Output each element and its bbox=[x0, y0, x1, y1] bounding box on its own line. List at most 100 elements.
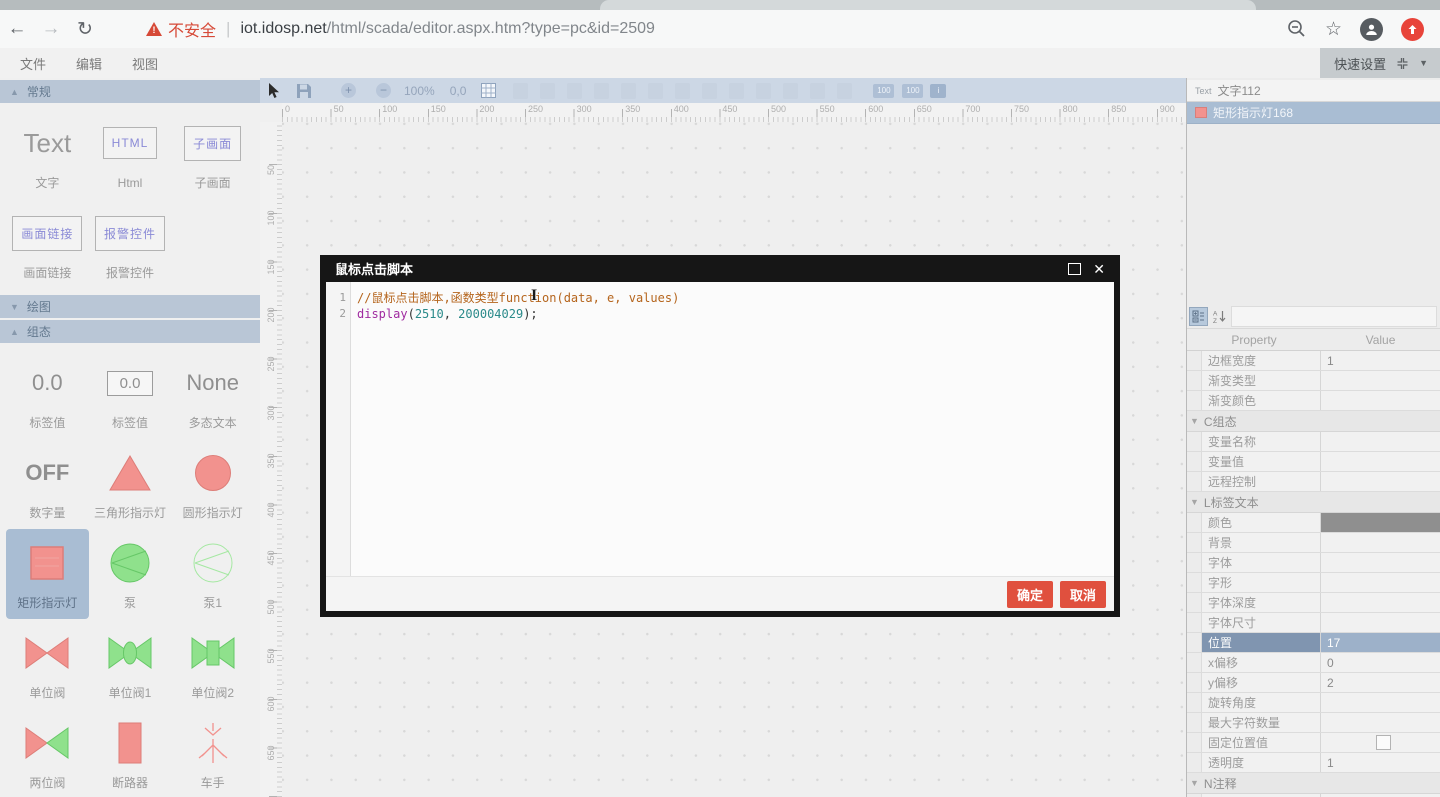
property-row-透明度[interactable]: 透明度1 bbox=[1187, 753, 1440, 773]
zoom-in-icon[interactable]: + bbox=[341, 83, 356, 98]
property-value[interactable] bbox=[1321, 573, 1440, 592]
property-value[interactable]: 0 bbox=[1321, 653, 1440, 672]
palette-item-pump[interactable]: 泵 bbox=[89, 529, 172, 619]
property-value[interactable] bbox=[1321, 371, 1440, 390]
checkbox[interactable] bbox=[1376, 735, 1391, 750]
forward-icon[interactable]: → bbox=[34, 18, 68, 40]
palette-item-screen-link[interactable]: 画面链接画面链接 bbox=[6, 199, 89, 289]
color-swatch[interactable] bbox=[1321, 513, 1440, 532]
info-icon[interactable]: i bbox=[930, 84, 946, 98]
sort-alphabetical-icon[interactable]: A Z bbox=[1210, 307, 1229, 326]
property-value[interactable]: 1 bbox=[1321, 351, 1440, 370]
ok-button[interactable]: 确定 bbox=[1007, 581, 1053, 608]
property-value[interactable]: 2 bbox=[1321, 673, 1440, 692]
palette-item-label-value-input[interactable]: 0.0标签值 bbox=[89, 349, 172, 439]
property-value[interactable] bbox=[1321, 452, 1440, 471]
url-host[interactable]: iot.idosp.net bbox=[240, 20, 326, 38]
property-row-位置[interactable]: 位置17 bbox=[1187, 633, 1440, 653]
property-row-x偏移[interactable]: x偏移0 bbox=[1187, 653, 1440, 673]
property-row-渐变颜色[interactable]: 渐变颜色 bbox=[1187, 391, 1440, 411]
object-list-item-0[interactable]: Text文字112 bbox=[1187, 80, 1440, 102]
size-badge-1[interactable]: 100 bbox=[902, 84, 923, 98]
palette-item-multistate-text[interactable]: None多态文本 bbox=[171, 349, 254, 439]
palette-item-unit-valve[interactable]: 单位阀 bbox=[6, 619, 89, 709]
property-value[interactable] bbox=[1321, 733, 1440, 752]
menu-item-1[interactable]: 编辑 bbox=[76, 54, 102, 73]
property-row-边框宽度[interactable]: 边框宽度1 bbox=[1187, 351, 1440, 371]
back-icon[interactable]: ← bbox=[0, 18, 34, 40]
palette-item-triangle-indicator[interactable]: 三角形指示灯 bbox=[89, 439, 172, 529]
property-value[interactable] bbox=[1321, 593, 1440, 612]
property-value[interactable] bbox=[1321, 391, 1440, 410]
palette-item-alarm-control[interactable]: 报警控件报警控件 bbox=[89, 199, 172, 289]
security-warning-icon[interactable]: ! bbox=[146, 22, 162, 36]
cancel-button[interactable]: 取消 bbox=[1060, 581, 1106, 608]
quick-settings[interactable]: 快速设置 ▼ bbox=[1320, 48, 1440, 78]
property-value[interactable] bbox=[1321, 553, 1440, 572]
palette-item-text[interactable]: Text文字 bbox=[6, 109, 89, 199]
save-icon[interactable] bbox=[296, 83, 312, 99]
property-row-字形[interactable]: 字形 bbox=[1187, 573, 1440, 593]
palette-item-pump1[interactable]: 泵1 bbox=[171, 529, 254, 619]
property-value[interactable] bbox=[1321, 472, 1440, 491]
reload-icon[interactable]: ↻ bbox=[68, 18, 102, 41]
palette-item-label-value[interactable]: 0.0标签值 bbox=[6, 349, 89, 439]
security-warning-label[interactable]: 不安全 bbox=[168, 17, 216, 41]
script-editor[interactable]: 12 //鼠标点击脚本,函数类型function(data, e, values… bbox=[326, 282, 1114, 576]
palette-item-unit-valve1[interactable]: 单位阀1 bbox=[89, 619, 172, 709]
palette-item-breaker[interactable]: 断路器 bbox=[89, 709, 172, 797]
property-row-背景[interactable]: 背景 bbox=[1187, 533, 1440, 553]
palette-section-header[interactable]: ▲组态 bbox=[0, 320, 260, 343]
property-row-变量值[interactable]: 变量值 bbox=[1187, 452, 1440, 472]
menu-item-2[interactable]: 视图 bbox=[132, 54, 158, 73]
property-section-N注释[interactable]: ▼N注释 bbox=[1187, 773, 1440, 794]
property-row-字体[interactable]: 字体 bbox=[1187, 553, 1440, 573]
palette-section-header[interactable]: ▲常规 bbox=[0, 80, 260, 103]
property-row-字体深度[interactable]: 字体深度 bbox=[1187, 593, 1440, 613]
palette-item-handcart[interactable]: 车手 bbox=[171, 709, 254, 797]
property-value[interactable] bbox=[1321, 513, 1440, 532]
property-value[interactable] bbox=[1321, 613, 1440, 632]
palette-item-digital-value[interactable]: OFF数字量 bbox=[6, 439, 89, 529]
property-row-变量名称[interactable]: 变量名称 bbox=[1187, 432, 1440, 452]
property-value[interactable] bbox=[1321, 693, 1440, 712]
profile-avatar-icon[interactable] bbox=[1360, 18, 1383, 41]
categorized-view-icon[interactable] bbox=[1189, 307, 1208, 326]
browser-update-icon[interactable] bbox=[1401, 18, 1424, 41]
collapse-panels-icon[interactable] bbox=[1396, 57, 1409, 70]
property-row-颜色[interactable]: 颜色 bbox=[1187, 513, 1440, 533]
chevron-down-icon[interactable]: ▼ bbox=[1419, 58, 1428, 68]
property-row-固定位置值[interactable]: 固定位置值 bbox=[1187, 733, 1440, 753]
browser-tab[interactable] bbox=[600, 0, 1256, 10]
menu-item-0[interactable]: 文件 bbox=[20, 54, 46, 73]
code-area[interactable]: //鼠标点击脚本,函数类型function(data, e, values)di… bbox=[351, 282, 679, 576]
property-section-C组态[interactable]: ▼C组态 bbox=[1187, 411, 1440, 432]
select-tool-icon[interactable] bbox=[268, 83, 281, 99]
property-row-渐变类型[interactable]: 渐变类型 bbox=[1187, 371, 1440, 391]
property-value[interactable] bbox=[1321, 432, 1440, 451]
property-row-远程控制[interactable]: 远程控制 bbox=[1187, 472, 1440, 492]
url-path[interactable]: /html/scada/editor.aspx.htm?type=pc&id=2… bbox=[327, 20, 655, 38]
palette-item-circle-indicator[interactable]: 圆形指示灯 bbox=[171, 439, 254, 529]
palette-item-sub-screen[interactable]: 子画面子画面 bbox=[171, 109, 254, 199]
palette-item-rect-indicator[interactable]: 矩形指示灯 bbox=[6, 529, 89, 619]
grid-toggle-icon[interactable] bbox=[481, 83, 496, 98]
property-value[interactable] bbox=[1321, 533, 1440, 552]
property-value[interactable]: 1 bbox=[1321, 753, 1440, 772]
property-value[interactable] bbox=[1321, 713, 1440, 732]
palette-item-html[interactable]: HTMLHtml bbox=[89, 109, 172, 199]
object-list-item-1[interactable]: 矩形指示灯168 bbox=[1187, 102, 1440, 124]
palette-item-two-position-valve[interactable]: 两位阀 bbox=[6, 709, 89, 797]
property-filter-area[interactable] bbox=[1231, 306, 1437, 327]
dialog-title-bar[interactable]: 鼠标点击脚本 ✕ bbox=[326, 255, 1114, 282]
property-row-最大字符数量[interactable]: 最大字符数量 bbox=[1187, 713, 1440, 733]
property-row-字体尺寸[interactable]: 字体尺寸 bbox=[1187, 613, 1440, 633]
size-badge-0[interactable]: 100 bbox=[873, 84, 894, 98]
property-row-y偏移[interactable]: y偏移2 bbox=[1187, 673, 1440, 693]
palette-section-header[interactable]: ▼绘图 bbox=[0, 295, 260, 318]
palette-item-unit-valve2[interactable]: 单位阀2 bbox=[171, 619, 254, 709]
property-value[interactable]: 17 bbox=[1321, 633, 1440, 652]
maximize-icon[interactable] bbox=[1068, 263, 1081, 275]
zoom-out-icon[interactable]: − bbox=[376, 83, 391, 98]
property-row-旋转角度[interactable]: 旋转角度 bbox=[1187, 693, 1440, 713]
